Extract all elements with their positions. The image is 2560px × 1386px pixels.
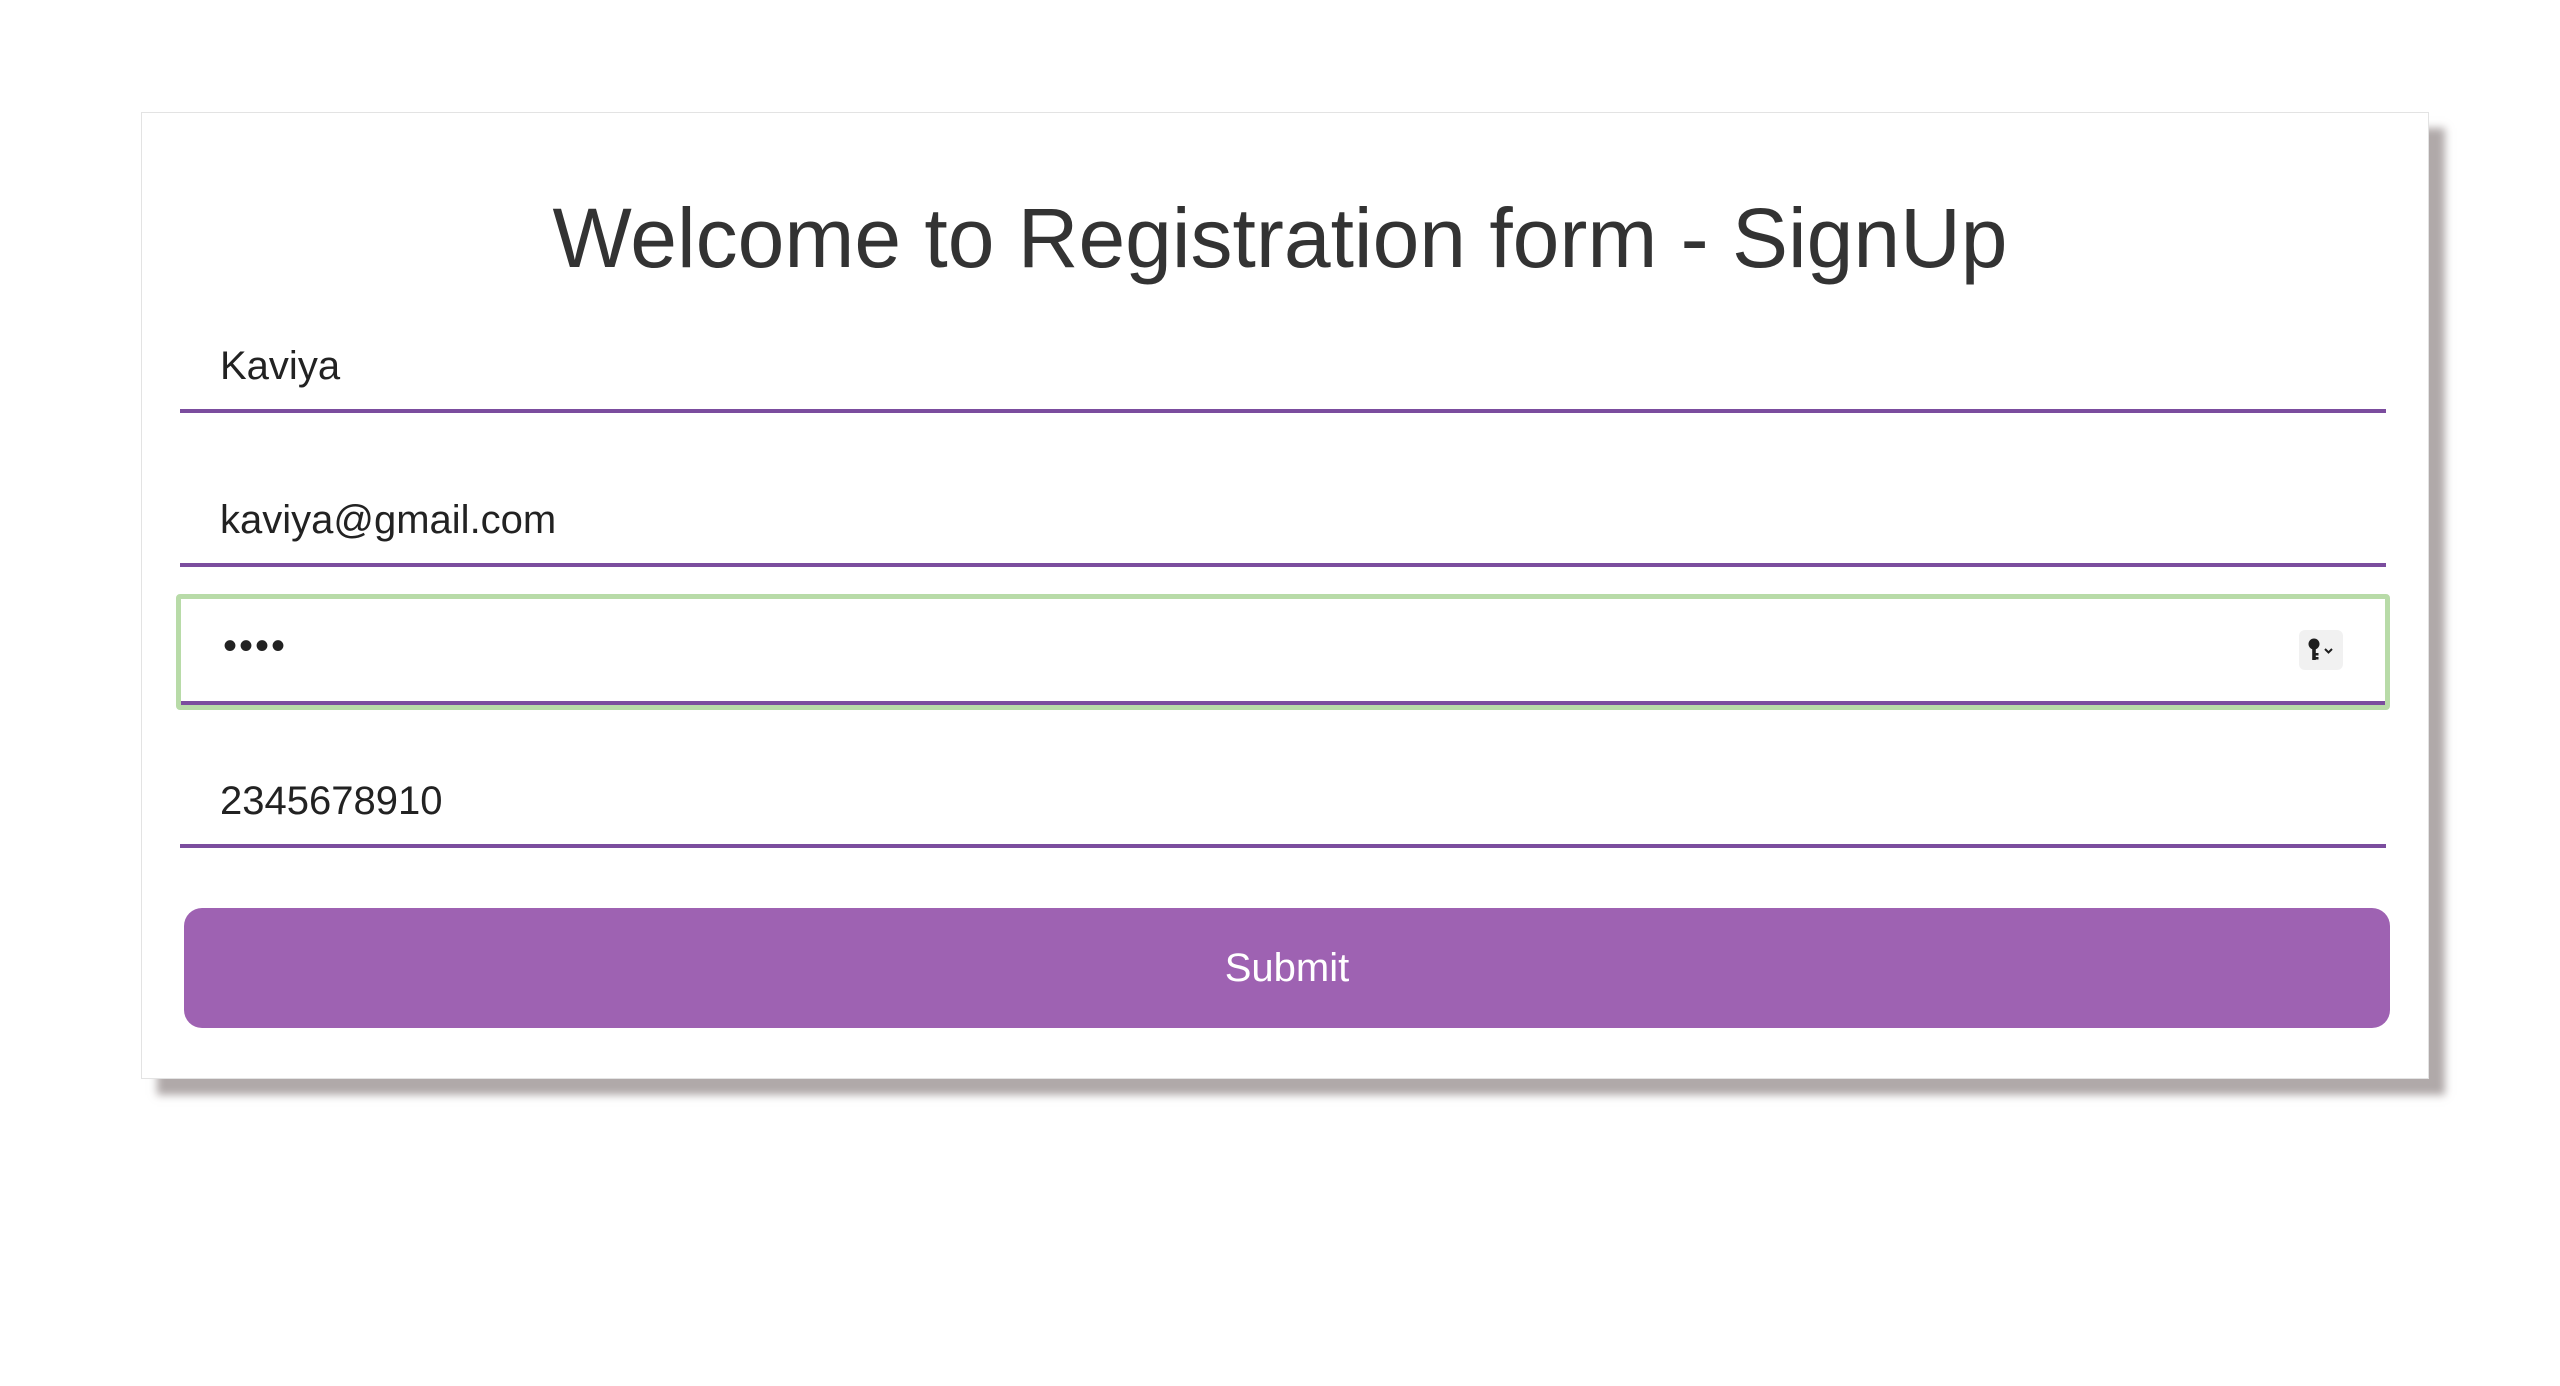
name-field[interactable]: Kaviya: [180, 323, 2386, 413]
password-field[interactable]: ••••: [176, 594, 2390, 710]
email-field[interactable]: kaviya@gmail.com: [180, 477, 2386, 567]
name-value: Kaviya: [220, 344, 341, 388]
password-value: ••••: [223, 624, 288, 668]
password-underline: [181, 599, 2385, 705]
password-autofill-button[interactable]: [2299, 630, 2343, 670]
submit-button[interactable]: Submit: [184, 908, 2390, 1028]
page: Welcome to Registration form - SignUp Ka…: [0, 0, 2560, 1386]
form-title: Welcome to Registration form - SignUp: [552, 191, 2008, 285]
email-value: kaviya@gmail.com: [220, 498, 557, 542]
phone-value: 2345678910: [220, 779, 443, 823]
key-icon: [2308, 638, 2333, 660]
phone-field[interactable]: 2345678910: [180, 758, 2386, 848]
